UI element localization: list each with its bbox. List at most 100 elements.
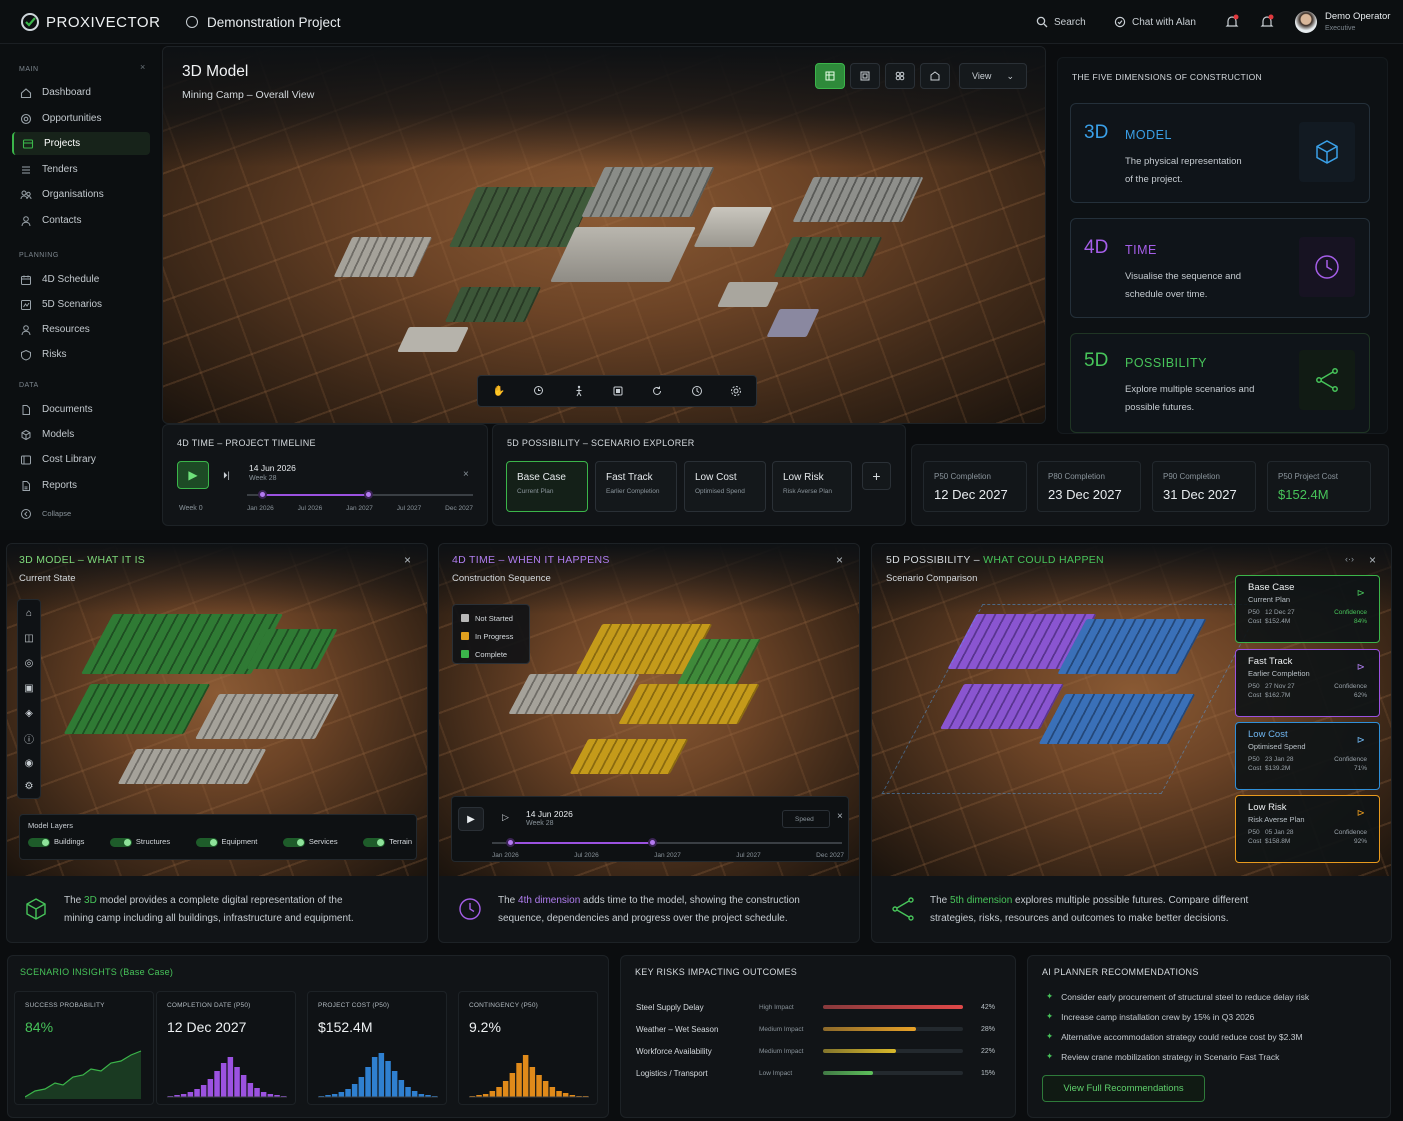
timeline-current-handle[interactable]	[364, 490, 373, 499]
notification-bell-icon[interactable]	[1224, 14, 1240, 30]
risk-bar-track	[823, 1005, 963, 1009]
collapse-arrows-icon[interactable]: ‹·›	[1345, 554, 1354, 564]
layer-1-icon[interactable]: ◫	[18, 627, 40, 649]
histogram-bar	[247, 1083, 254, 1097]
layer-2-icon[interactable]: ◎	[18, 652, 40, 674]
timeline-close-icon[interactable]: ×	[463, 469, 469, 480]
play-button[interactable]: ▶	[177, 461, 209, 489]
sidebar-section-main: MAIN	[19, 66, 39, 73]
sidebar-collapse-button[interactable]: Collapse	[12, 502, 150, 525]
scenario-arrow-icon: ⊳	[1356, 735, 1365, 746]
view-mode-structure-button[interactable]	[850, 63, 880, 89]
layer-toggle-structures[interactable]: Structures	[109, 837, 170, 847]
sparkle-icon: ✦	[1046, 1011, 1054, 1021]
dimension-desc-line2: schedule over time.	[1125, 289, 1208, 300]
kpi-p50-cost: P50 Project Cost $152.4M	[1267, 461, 1371, 512]
sidebar-item-5d-scenarios[interactable]: 5D Scenarios	[12, 293, 150, 316]
sidebar-item-dashboard[interactable]: Dashboard	[12, 81, 150, 104]
sidebar-item-projects[interactable]: Projects	[12, 132, 150, 155]
layer-toggle-terrain[interactable]: Terrain	[363, 837, 412, 847]
sidebar-item-tenders[interactable]: Tenders	[12, 158, 150, 181]
layer-4-icon[interactable]: ◈	[18, 702, 40, 724]
layer-3-icon[interactable]: ▣	[18, 677, 40, 699]
scenario-card-base-case[interactable]: Base Case Current Plan P50 12 Dec 27 Confi…	[1235, 575, 1380, 643]
dimension-card-5d[interactable]: 5D POSSIBILITY Explore multiple scenario…	[1070, 333, 1370, 433]
pan-hand-icon[interactable]: ✋	[492, 384, 506, 398]
dimension-card-4d[interactable]: 4D TIME Visualise the sequence and sched…	[1070, 218, 1370, 318]
home-view-icon[interactable]: ⌂	[18, 602, 40, 624]
dimension-desc-line2: of the project.	[1125, 174, 1183, 185]
sidebar-item-contacts[interactable]: Contacts	[12, 209, 150, 232]
step-forward-icon[interactable]: ⏵|	[223, 470, 230, 481]
dimension-code: 5D	[1084, 350, 1109, 371]
dimension-desc-line2: possible futures.	[1125, 402, 1195, 413]
scenario-fast-track-button[interactable]: Fast Track Earlier Completion	[595, 461, 677, 512]
rotate-icon[interactable]	[651, 385, 663, 397]
sidebar-item-4d-schedule[interactable]: 4D Schedule	[12, 268, 150, 291]
legend-complete: Complete	[461, 645, 521, 663]
panel-4d-time: 4D TIME – WHEN IT HAPPENS Construction S…	[438, 543, 860, 943]
scenario-card-low-cost[interactable]: Low Cost Optimised Spend P50 23 Jan 28 Con…	[1235, 722, 1380, 790]
ai-recommendation-item: ✦ Review crane mobilization strategy in S…	[1046, 1051, 1280, 1062]
project-title[interactable]: Demonstration Project	[207, 15, 341, 30]
add-scenario-button[interactable]: +	[862, 462, 891, 490]
step-forward-icon[interactable]: ▷	[502, 812, 509, 823]
main-3d-viewer[interactable]: 3D Model Mining Camp – Overall View View…	[162, 46, 1046, 424]
avatar[interactable]	[1295, 11, 1317, 33]
layer-toggle-equipment[interactable]: Equipment	[195, 837, 257, 847]
zoom-icon[interactable]	[533, 385, 545, 397]
sidebar-item-reports[interactable]: Reports	[12, 474, 150, 497]
vertical-toolbar: ⌂ ◫ ◎ ▣ ◈ ⓘ ◉ ⚙	[17, 599, 41, 799]
scenario-low-risk-button[interactable]: Low Risk Risk Averse Plan	[772, 461, 852, 512]
home-icon	[20, 87, 32, 99]
player-start-handle[interactable]	[506, 838, 515, 847]
sidebar-item-models[interactable]: Models	[12, 423, 150, 446]
target-icon[interactable]: ◉	[18, 752, 40, 774]
sidebar-item-cost-library[interactable]: Cost Library	[12, 448, 150, 471]
histogram-bar	[549, 1087, 556, 1097]
scenario-base-case-button[interactable]: Base Case Current Plan	[506, 461, 588, 512]
sidebar-item-resources[interactable]: Resources	[12, 318, 150, 341]
sidebar-item-label: Projects	[44, 138, 81, 149]
panel-4d-description: The 4th dimension adds time to the model…	[498, 895, 800, 924]
chat-button[interactable]: Chat with Alan	[1104, 9, 1212, 35]
measure-icon[interactable]	[691, 385, 703, 397]
search-button[interactable]: Search	[1026, 9, 1098, 35]
sidebar-item-documents[interactable]: Documents	[12, 398, 150, 421]
document-icon	[20, 404, 32, 416]
sidebar-close-icon[interactable]: ×	[140, 62, 145, 72]
walk-icon[interactable]	[573, 385, 585, 397]
play-button[interactable]: ▶	[458, 807, 484, 831]
panel-3d-close-icon[interactable]: ×	[404, 553, 411, 567]
info-icon[interactable]: ⓘ	[18, 727, 40, 749]
panel-5d-close-icon[interactable]: ×	[1369, 553, 1376, 567]
speed-select[interactable]: Speed	[782, 810, 830, 828]
clock-icon	[1299, 237, 1355, 297]
player-current-handle[interactable]	[648, 838, 657, 847]
layer-toggle-buildings[interactable]: Buildings	[28, 837, 84, 847]
view-full-recommendations-button[interactable]: View Full Recommendations	[1042, 1075, 1205, 1102]
view-mode-model-button[interactable]	[815, 63, 845, 89]
building-block	[444, 287, 542, 322]
settings-icon[interactable]: ⚙	[18, 775, 40, 797]
tick-label: Jan 2027	[346, 505, 373, 512]
panel-4d-close-icon[interactable]: ×	[836, 553, 843, 567]
view-mode-site-button[interactable]	[920, 63, 950, 89]
sidebar-item-organisations[interactable]: Organisations	[12, 183, 150, 206]
view-dropdown[interactable]: View ⌄	[959, 63, 1027, 89]
layer-toggle-services[interactable]: Services	[282, 837, 338, 847]
scenario-low-cost-button[interactable]: Low Cost Optimised Spend	[684, 461, 766, 512]
section-box-icon[interactable]	[612, 385, 624, 397]
user-name: Demo Operator	[1325, 11, 1391, 22]
scenario-card-low-risk[interactable]: Low Risk Risk Averse Plan P50 05 Jan 28 Co…	[1235, 795, 1380, 863]
player-close-icon[interactable]: ×	[837, 811, 843, 822]
sidebar-item-risks[interactable]: Risks	[12, 343, 150, 366]
scenario-card-fast-track[interactable]: Fast Track Earlier Completion P50 27 Nov …	[1235, 649, 1380, 717]
alerts-bell-icon[interactable]	[1259, 14, 1275, 30]
project-icon	[186, 16, 198, 28]
dimension-card-3d[interactable]: 3D MODEL The physical representation of …	[1070, 103, 1370, 203]
view-mode-layers-button[interactable]	[885, 63, 915, 89]
timeline-start-handle[interactable]	[258, 490, 267, 499]
settings-gear-icon[interactable]	[730, 385, 742, 397]
sidebar-item-opportunities[interactable]: Opportunities	[12, 107, 150, 130]
